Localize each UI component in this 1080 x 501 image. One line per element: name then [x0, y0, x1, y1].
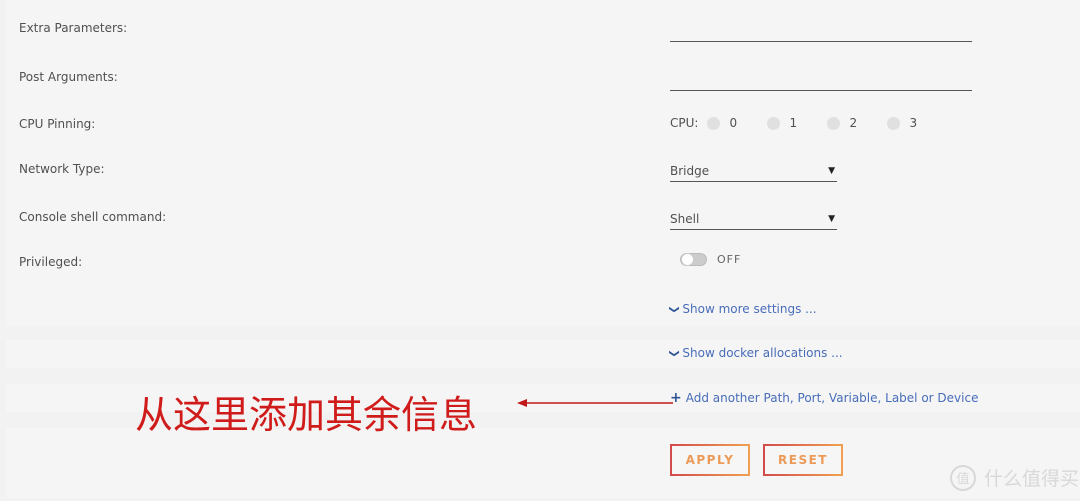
network-type-select[interactable]: Bridge ▼ — [670, 160, 837, 182]
watermark-text: 什么值得买 — [984, 468, 1080, 490]
caret-down-icon: ▼ — [828, 165, 835, 176]
console-shell-value: Shell — [670, 211, 700, 226]
post-arguments-input[interactable] — [670, 70, 972, 91]
cpu-core-0[interactable]: 0 — [707, 116, 757, 130]
watermark-logo-icon: 值 — [950, 464, 976, 491]
network-type-label: Network Type: — [19, 162, 105, 176]
extra-parameters-input[interactable] — [670, 21, 972, 42]
cpu-checkbox-0[interactable] — [707, 116, 721, 130]
network-type-value: Bridge — [670, 163, 710, 178]
docker-allocations-band — [6, 340, 1080, 368]
settings-panel — [6, 0, 1080, 326]
privileged-state: OFF — [717, 253, 742, 266]
annotation-arrow-icon — [517, 399, 673, 407]
cpu-pinning-group: CPU: 0 1 2 3 — [670, 116, 937, 130]
console-shell-label: Console shell command: — [19, 210, 167, 224]
cpu-pinning-label: CPU Pinning: — [19, 117, 96, 131]
cpu-checkbox-2[interactable] — [827, 116, 841, 130]
caret-down-icon: ▼ — [828, 213, 835, 224]
chevron-down-icon: ❯ — [668, 348, 680, 358]
extra-parameters-label: Extra Parameters: — [19, 21, 128, 35]
post-arguments-label: Post Arguments: — [19, 70, 118, 84]
reset-button[interactable]: RESET — [763, 444, 843, 476]
cpu-core-2[interactable]: 2 — [827, 116, 877, 130]
show-more-settings-link[interactable]: ❯ Show more settings ... — [668, 302, 817, 316]
add-another-link[interactable]: + Add another Path, Port, Variable, Labe… — [670, 390, 978, 406]
annotation-text: 从这里添加其余信息 — [135, 393, 478, 437]
watermark: 值 什么值得买 — [950, 464, 1079, 491]
console-shell-select[interactable]: Shell ▼ — [670, 208, 837, 230]
show-docker-allocations-link[interactable]: ❯ Show docker allocations ... — [668, 346, 843, 360]
privileged-label: Privileged: — [19, 255, 83, 269]
cpu-prefix: CPU: — [670, 116, 699, 130]
cpu-checkbox-1[interactable] — [767, 116, 781, 130]
privileged-toggle[interactable] — [680, 253, 707, 266]
cpu-core-1[interactable]: 1 — [767, 116, 817, 130]
cpu-core-3[interactable]: 3 — [887, 116, 937, 130]
privileged-toggle-group: OFF — [680, 253, 741, 266]
cpu-checkbox-3[interactable] — [887, 116, 901, 130]
apply-button[interactable]: APPLY — [670, 444, 750, 476]
toggle-knob — [681, 253, 694, 266]
chevron-down-icon: ❯ — [668, 304, 680, 314]
